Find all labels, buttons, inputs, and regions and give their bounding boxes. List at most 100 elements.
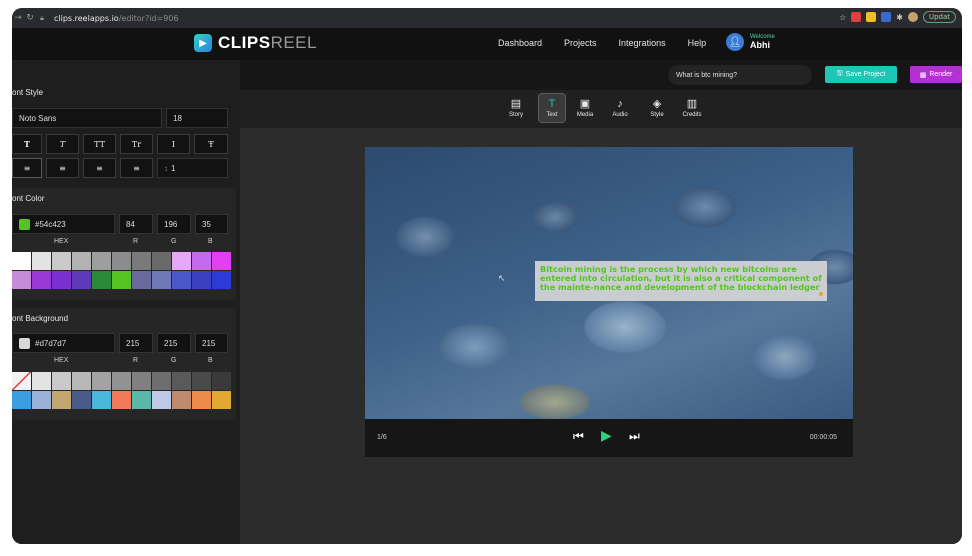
font-background-swatch[interactable] bbox=[152, 391, 171, 409]
tool-audio[interactable]: ♪ Audio bbox=[607, 94, 633, 122]
resize-handle[interactable] bbox=[819, 292, 823, 296]
font-background-r-input[interactable]: 215 bbox=[119, 333, 153, 353]
font-background-swatch[interactable] bbox=[72, 372, 91, 390]
font-background-b-input[interactable]: 215 bbox=[195, 333, 228, 353]
capitalize-button[interactable]: Tr bbox=[120, 134, 153, 154]
font-color-swatch[interactable] bbox=[72, 252, 91, 270]
font-background-swatch[interactable] bbox=[212, 372, 231, 390]
font-color-swatch[interactable] bbox=[32, 252, 51, 270]
font-color-swatch[interactable] bbox=[112, 271, 131, 289]
font-background-swatch[interactable] bbox=[192, 372, 211, 390]
nav-dashboard[interactable]: Dashboard bbox=[498, 38, 542, 48]
align-right-button[interactable]: ≡ bbox=[83, 158, 116, 178]
font-color-swatch[interactable] bbox=[192, 271, 211, 289]
font-background-swatch[interactable] bbox=[152, 372, 171, 390]
align-left-button[interactable]: ≡ bbox=[12, 158, 42, 178]
font-color-swatch[interactable] bbox=[212, 271, 231, 289]
font-color-swatch[interactable] bbox=[52, 252, 71, 270]
font-background-hex-input[interactable]: #d7d7d7 bbox=[12, 333, 115, 353]
tool-style[interactable]: ◈ Style bbox=[644, 94, 670, 122]
font-background-swatch[interactable] bbox=[52, 391, 71, 409]
font-background-swatch[interactable] bbox=[112, 372, 131, 390]
font-color-swatch[interactable] bbox=[32, 271, 51, 289]
align-center-button[interactable]: ≡ bbox=[46, 158, 79, 178]
font-color-swatch[interactable] bbox=[132, 252, 151, 270]
reload-icon[interactable]: ↻ bbox=[24, 13, 36, 23]
uppercase-button[interactable]: TT bbox=[83, 134, 116, 154]
font-color-g-input[interactable]: 196 bbox=[157, 214, 191, 234]
font-color-b-input[interactable]: 35 bbox=[195, 214, 228, 234]
extension-icon[interactable] bbox=[866, 12, 877, 22]
font-color-swatch[interactable] bbox=[92, 252, 111, 270]
font-background-swatch[interactable] bbox=[12, 391, 31, 409]
font-background-swatch[interactable] bbox=[132, 372, 151, 390]
font-color-swatch[interactable] bbox=[172, 252, 191, 270]
next-icon[interactable]: ⏭︎ bbox=[629, 429, 640, 444]
font-color-swatch[interactable] bbox=[172, 271, 191, 289]
font-color-swatch[interactable] bbox=[72, 271, 91, 289]
font-color-swatch[interactable] bbox=[212, 252, 231, 270]
font-color-swatch[interactable] bbox=[112, 252, 131, 270]
align-justify-button[interactable]: ≡ bbox=[120, 158, 153, 178]
update-button[interactable]: Updat bbox=[922, 11, 956, 23]
project-title-input[interactable]: What is btc mining? bbox=[668, 65, 812, 85]
font-background-swatch[interactable] bbox=[32, 391, 51, 409]
extension-icon[interactable] bbox=[881, 12, 892, 22]
font-color-r-input[interactable]: 84 bbox=[119, 214, 153, 234]
font-background-swatch[interactable] bbox=[92, 372, 111, 390]
nav-help[interactable]: Help bbox=[688, 38, 707, 48]
line-spacing-input[interactable]: ↕ 1 bbox=[157, 158, 228, 178]
font-color-swatch[interactable] bbox=[12, 252, 31, 270]
forward-icon[interactable]: → bbox=[12, 13, 24, 23]
font-background-swatch[interactable] bbox=[212, 391, 231, 409]
nav-projects[interactable]: Projects bbox=[564, 38, 597, 48]
font-background-swatch[interactable] bbox=[192, 391, 211, 409]
font-background-title: ont Background bbox=[12, 314, 69, 323]
profile-avatar[interactable] bbox=[907, 12, 918, 22]
font-background-swatch[interactable] bbox=[12, 372, 31, 390]
font-background-swatch[interactable] bbox=[172, 372, 191, 390]
font-background-swatch[interactable] bbox=[52, 372, 71, 390]
font-family-select[interactable]: Noto Sans bbox=[12, 108, 162, 128]
play-icon[interactable]: ▶ bbox=[601, 428, 612, 444]
previous-icon[interactable]: ⏮︎ bbox=[573, 429, 584, 444]
font-color-swatch[interactable] bbox=[52, 271, 71, 289]
font-background-g-input[interactable]: 215 bbox=[157, 333, 191, 353]
underline-button[interactable]: I bbox=[157, 134, 190, 154]
font-background-swatch[interactable] bbox=[72, 391, 91, 409]
extension-icon[interactable] bbox=[851, 12, 862, 22]
font-color-hex-input[interactable]: #54c423 bbox=[12, 214, 115, 234]
font-background-swatch[interactable] bbox=[32, 372, 51, 390]
logo[interactable]: ▶ CLIPSREEL bbox=[194, 33, 317, 53]
font-color-swatch[interactable] bbox=[19, 218, 30, 230]
font-color-swatch[interactable] bbox=[152, 252, 171, 270]
tool-story[interactable]: ▤ Story bbox=[503, 94, 529, 122]
tool-text[interactable]: T Text bbox=[538, 93, 566, 123]
puzzle-icon[interactable]: ✱ bbox=[896, 13, 903, 22]
font-background-swatch[interactable] bbox=[172, 391, 191, 409]
font-color-swatch[interactable] bbox=[152, 271, 171, 289]
font-background-swatch[interactable] bbox=[112, 391, 131, 409]
timecode: 00:00:05 bbox=[809, 434, 837, 441]
tool-credits[interactable]: ▥ Credits bbox=[679, 94, 705, 122]
font-color-swatch[interactable] bbox=[192, 252, 211, 270]
font-background-swatch[interactable] bbox=[92, 391, 111, 409]
font-color-swatch[interactable] bbox=[12, 271, 31, 289]
user-menu[interactable]: 👤︎ Welcome Abhi bbox=[726, 33, 775, 51]
bold-button[interactable]: T bbox=[12, 134, 42, 154]
video-preview[interactable]: ↖ Bitcoin mining is the process by which… bbox=[365, 147, 853, 419]
save-project-button[interactable]: 🖫︎ Save Project bbox=[825, 66, 897, 83]
caption-text-box[interactable]: Bitcoin mining is the process by which n… bbox=[535, 261, 827, 301]
font-color-swatch[interactable] bbox=[92, 271, 111, 289]
font-color-swatch[interactable] bbox=[132, 271, 151, 289]
font-background-swatch[interactable] bbox=[19, 337, 30, 349]
url-bar[interactable]: clips.reelapps.io/editor?id=906 bbox=[54, 14, 178, 23]
star-icon[interactable]: ☆ bbox=[839, 13, 846, 22]
nav-integrations[interactable]: Integrations bbox=[619, 38, 666, 48]
font-background-swatch[interactable] bbox=[132, 391, 151, 409]
tool-media[interactable]: ▣ Media bbox=[572, 94, 598, 122]
render-button[interactable]: ▦ Render bbox=[910, 66, 962, 83]
font-size-input[interactable]: 18 bbox=[166, 108, 228, 128]
strikethrough-button[interactable]: Ŧ bbox=[194, 134, 228, 154]
italic-button[interactable]: T bbox=[46, 134, 79, 154]
